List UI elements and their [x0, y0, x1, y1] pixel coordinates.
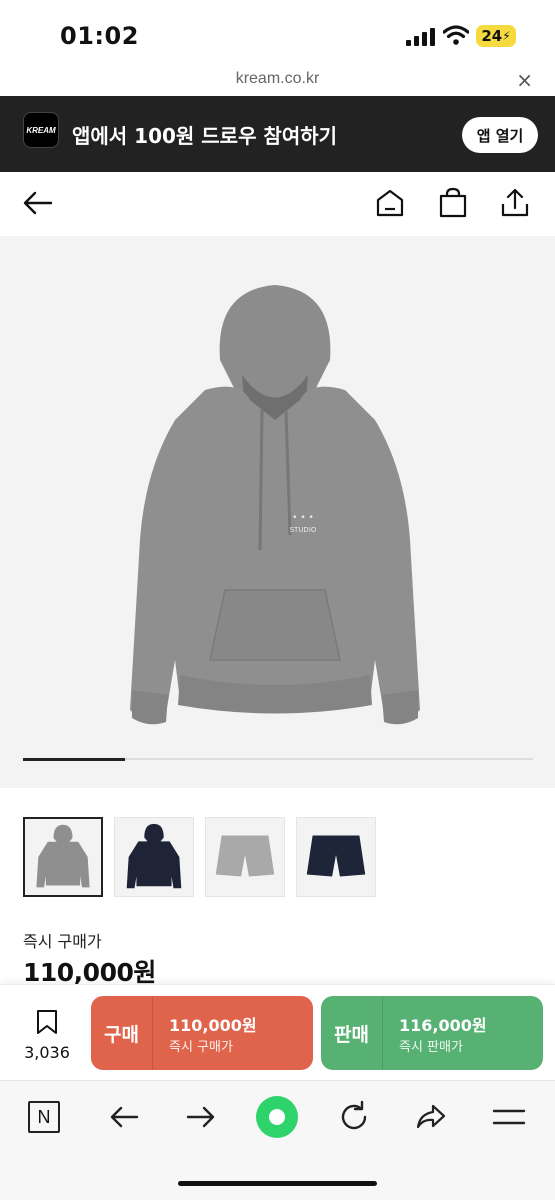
thumbnail-gray-shorts[interactable] [205, 817, 285, 897]
sell-label: 판매 [321, 996, 383, 1070]
buy-sub-label: 즉시 구매가 [169, 1040, 233, 1055]
bookmark-button[interactable]: 3,036 [20, 1009, 74, 1062]
promo-text: 앱에서 100원 드로우 참여하기 [72, 124, 338, 148]
bookmark-icon [37, 1010, 57, 1034]
thumbnail-gray-hoodie[interactable] [23, 817, 103, 897]
close-icon[interactable]: × [516, 68, 533, 92]
svg-text:STUDIO: STUDIO [290, 526, 317, 534]
status-bar: 01:02 24 ⚡ [0, 0, 555, 68]
buy-label: 구매 [91, 996, 153, 1070]
image-progress-track [23, 757, 533, 761]
bookmark-count: 3,036 [24, 1043, 70, 1062]
bottom-action-bar: 3,036 구매 110,000원 즉시 구매가 판매 116,000원 즉시 … [0, 984, 555, 1080]
share-forward-icon[interactable] [413, 1099, 449, 1135]
image-progress-fill [23, 757, 125, 761]
sell-sub-label: 즉시 판매가 [399, 1040, 463, 1055]
home-icon[interactable] [373, 186, 407, 220]
sell-button[interactable]: 판매 116,000원 즉시 판매가 [321, 996, 543, 1070]
browser-back-icon[interactable] [106, 1099, 142, 1135]
thumbnail-image [126, 823, 182, 889]
battery-level: 24 [481, 27, 503, 45]
kream-logo: KREAM [23, 112, 59, 148]
thumbnail-image [306, 835, 366, 877]
back-arrow-icon[interactable] [21, 186, 55, 220]
buy-button[interactable]: 구매 110,000원 즉시 구매가 [91, 996, 313, 1070]
green-dot-home-icon[interactable] [255, 1095, 299, 1139]
browser-forward-icon[interactable] [183, 1099, 219, 1135]
open-app-button[interactable]: 앱 열기 [462, 117, 538, 153]
refresh-icon[interactable] [336, 1099, 372, 1135]
price-label: 즉시 구매가 [23, 932, 102, 951]
share-icon[interactable] [498, 186, 532, 220]
thumbnail-navy-shorts[interactable] [296, 817, 376, 897]
thumbnail-image [36, 824, 90, 888]
naver-n-icon[interactable]: N [28, 1101, 60, 1133]
product-image-carousel[interactable]: • • • STUDIO [0, 236, 555, 788]
browser-toolbar: N [0, 1080, 555, 1200]
svg-text:• • •: • • • [292, 513, 314, 523]
nav-header [0, 172, 555, 236]
battery-icon: 24 ⚡ [476, 25, 516, 47]
home-indicator [178, 1181, 377, 1186]
status-time: 01:02 [60, 22, 139, 50]
shopping-bag-icon[interactable] [436, 186, 470, 220]
product-image-gray-hoodie: • • • STUDIO [130, 285, 420, 725]
cellular-signal-icon [406, 28, 435, 46]
url-text: kream.co.kr [235, 70, 320, 87]
browser-url-bar[interactable]: kream.co.kr × [0, 68, 555, 96]
naver-n-label: N [37, 1106, 51, 1127]
menu-icon[interactable] [491, 1099, 527, 1135]
app-promo-banner: KREAM 앱에서 100원 드로우 참여하기 앱 열기 [0, 96, 555, 172]
wifi-icon [443, 25, 469, 45]
thumbnail-image [215, 835, 275, 877]
thumbnail-navy-hoodie[interactable] [114, 817, 194, 897]
sell-amount: 116,000원 [399, 1016, 487, 1035]
buy-amount: 110,000원 [169, 1016, 257, 1035]
